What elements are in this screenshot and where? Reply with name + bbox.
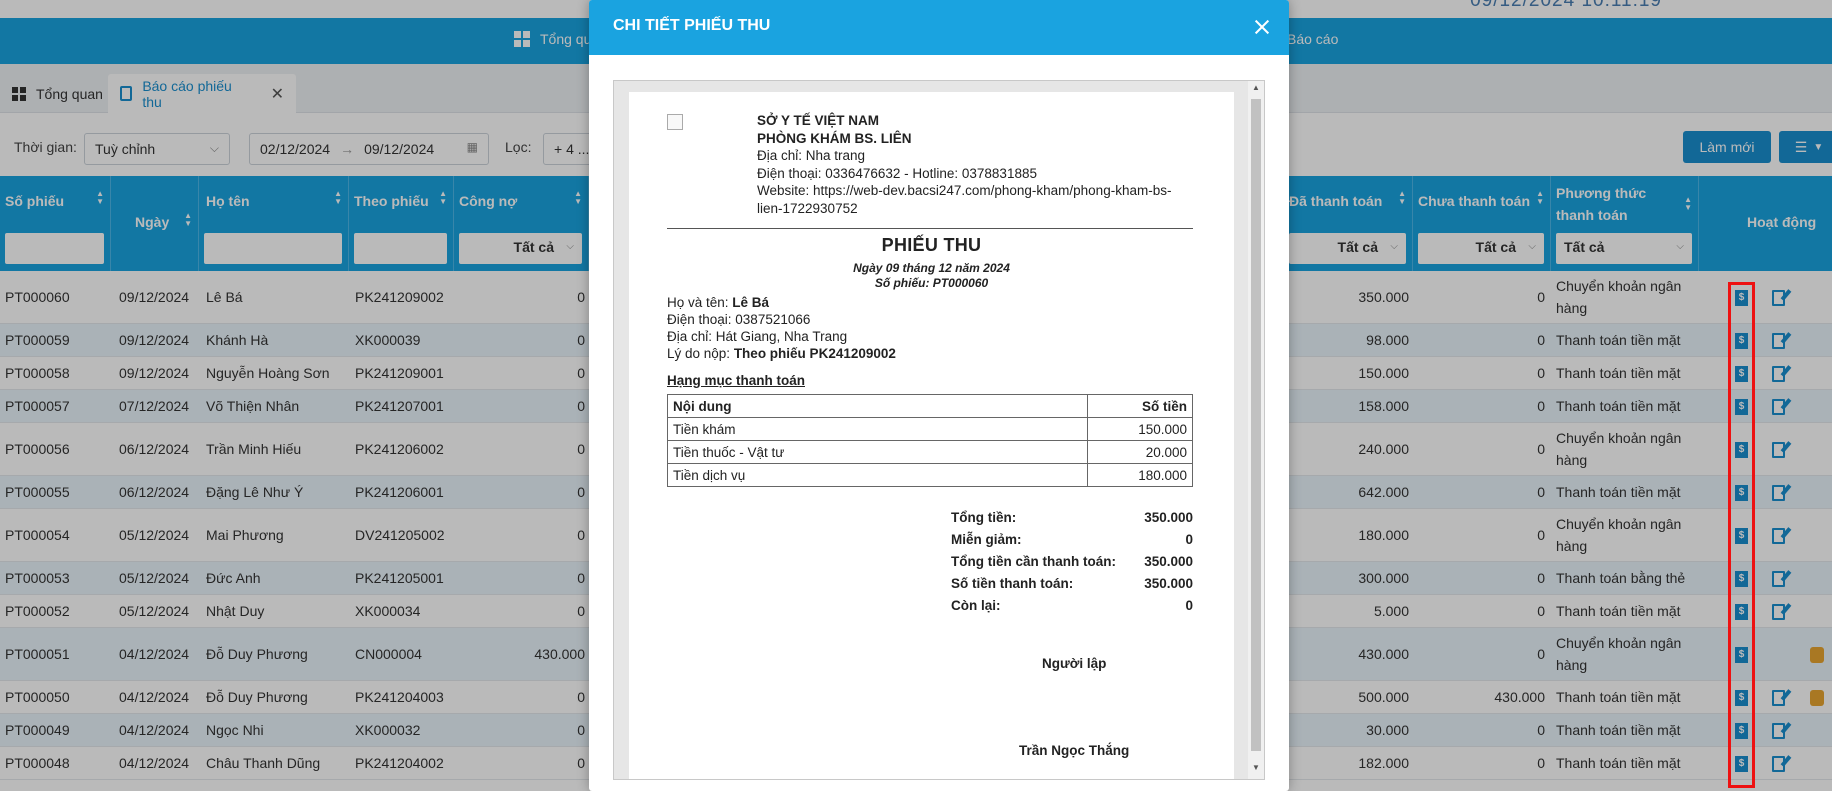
discount-value: 0 [1185, 532, 1193, 547]
total-value: 350.000 [1144, 510, 1193, 525]
scroll-thumb[interactable] [1251, 99, 1261, 751]
table-row: Tiền dịch vụ 180.000 [667, 463, 1193, 487]
receipt-number: Số phiếu: PT000060 [874, 276, 989, 290]
clinic-name: PHÒNG KHÁM BS. LIÊN [757, 130, 912, 146]
table-row: Tiền khám 150.000 [667, 417, 1193, 441]
section-title: Hạng mục thanh toán [667, 373, 805, 388]
discount-label: Miễn giảm: [951, 532, 1022, 547]
item-name: Tiền thuốc - Vật tư [667, 440, 1088, 464]
item-amount: 150.000 [1087, 417, 1193, 441]
reason-value: Theo phiếu PK241209002 [733, 346, 896, 361]
item-amount: 180.000 [1087, 463, 1193, 487]
totals-block: Tổng tiền: 350.000 Miễn giảm: 0 Tổng tiền … [951, 510, 1193, 620]
payer-name: Lê Bá [732, 295, 770, 310]
discount-row: Miễn giảm: 0 [951, 532, 1193, 554]
payment-items-table: Nội dung Số tiền Tiền khám 150.000 Tiền t… [667, 394, 1193, 487]
receipt-title: PHIẾU THU [881, 235, 982, 255]
remaining-label: Còn lại: [951, 598, 1001, 613]
total-row: Tổng tiền: 350.000 [951, 510, 1193, 532]
payer-info: Họ và tên: Lê Bá Điện thoại: 0387521066 … [667, 294, 896, 362]
receipt-detail-modal: CHI TIẾT PHIẾU THU SỞ Y TẾ VIỆT NAM PHÒN… [589, 0, 1289, 791]
clinic-logo-image [667, 114, 683, 130]
receipt-header: SỞ Y TẾ VIỆT NAM PHÒNG KHÁM BS. LIÊN Địa… [757, 112, 1171, 217]
remaining-row: Còn lại: 0 [951, 598, 1193, 620]
paid-label: Số tiền thanh toán: [951, 576, 1074, 591]
scroll-down-icon[interactable]: ▼ [1252, 763, 1260, 772]
receipt-preview-frame[interactable]: SỞ Y TẾ VIỆT NAM PHÒNG KHÁM BS. LIÊN Địa… [613, 80, 1265, 780]
scrollbar[interactable]: ▲ ▼ [1248, 81, 1264, 779]
clinic-website: Website: https://web-dev.bacsi247.com/ph… [757, 183, 1172, 198]
clinic-website-cont: lien-1722930752 [757, 200, 858, 216]
highlight-box [1728, 282, 1755, 788]
due-value: 350.000 [1144, 554, 1193, 569]
clinic-address: Địa chỉ: Nha trang [757, 148, 866, 163]
item-amount: 20.000 [1087, 440, 1193, 464]
modal-title: CHI TIẾT PHIẾU THU [613, 17, 771, 34]
close-icon[interactable] [1253, 18, 1271, 36]
payer-name-label: Họ và tên: [667, 295, 733, 310]
paid-value: 350.000 [1144, 576, 1193, 591]
due-label: Tổng tiền cần thanh toán: [951, 554, 1116, 569]
divider [667, 228, 1193, 229]
org-name: SỞ Y TẾ VIỆT NAM [757, 113, 880, 128]
receipt-paper: SỞ Y TẾ VIỆT NAM PHÒNG KHÁM BS. LIÊN Địa… [629, 92, 1234, 779]
item-name: Tiền dịch vụ [667, 463, 1088, 487]
col-amount: Số tiền [1087, 394, 1193, 418]
scroll-up-icon[interactable]: ▲ [1252, 83, 1260, 92]
modal-header: CHI TIẾT PHIẾU THU [589, 0, 1289, 55]
due-row: Tổng tiền cần thanh toán: 350.000 [951, 554, 1193, 576]
signer-title: Người lập [1042, 656, 1107, 671]
item-name: Tiền khám [667, 417, 1088, 441]
receipt-date: Ngày 09 tháng 12 năm 2024 [853, 261, 1010, 275]
payer-reason-line: Lý do nộp: Theo phiếu PK241209002 [667, 345, 896, 362]
signer-name: Trần Ngọc Thắng [1019, 743, 1130, 758]
clinic-phone: Điện thoại: 0336476632 - Hotline: 037883… [757, 165, 1037, 181]
payment-items-header: Nội dung Số tiền [667, 394, 1193, 418]
table-row: Tiền thuốc - Vật tư 20.000 [667, 440, 1193, 464]
reason-label: Lý do nộp: [667, 346, 734, 361]
payer-address: Địa chỉ: Hát Giang, Nha Trang [667, 329, 848, 344]
remaining-value: 0 [1185, 598, 1193, 613]
col-content: Nội dung [667, 394, 1088, 418]
payer-phone: Điện thoại: 0387521066 [667, 312, 811, 327]
total-label: Tổng tiền: [951, 510, 1017, 525]
payer-name-line: Họ và tên: Lê Bá [667, 294, 896, 311]
paid-row: Số tiền thanh toán: 350.000 [951, 576, 1193, 598]
